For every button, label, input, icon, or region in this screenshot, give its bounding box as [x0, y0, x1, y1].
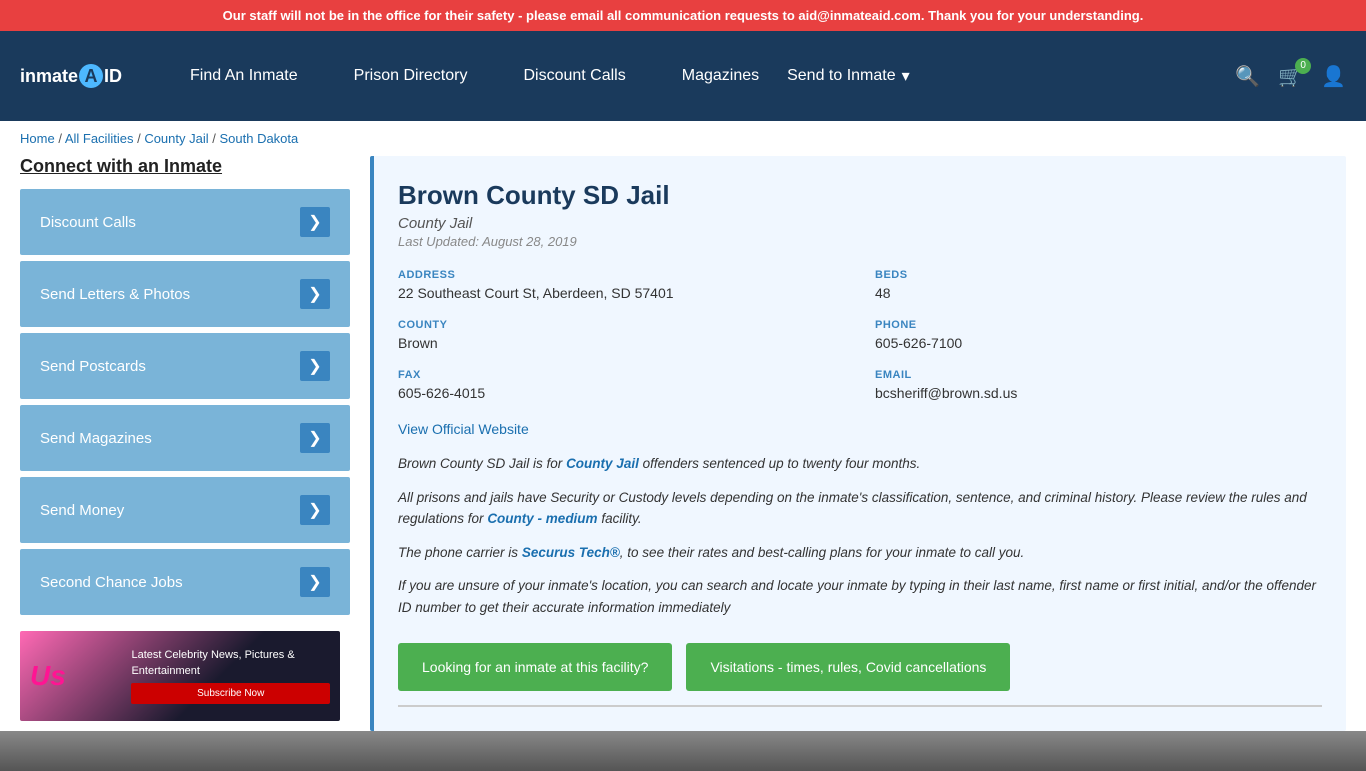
desc-county-jail-link[interactable]: County Jail: [566, 456, 639, 471]
facility-updated: Last Updated: August 28, 2019: [398, 234, 1322, 249]
breadcrumb-home[interactable]: Home: [20, 131, 55, 146]
phone-value: 605-626-7100: [875, 335, 1322, 351]
action-buttons: Looking for an inmate at this facility? …: [398, 643, 1322, 691]
sidebar-btn-discount-calls[interactable]: Discount Calls ❯: [20, 189, 350, 255]
content-divider: [398, 705, 1322, 707]
facility-address-block: ADDRESS 22 Southeast Court St, Aberdeen,…: [398, 269, 845, 301]
sidebar-ad[interactable]: Us Latest Celebrity News, Pictures & Ent…: [20, 631, 340, 721]
breadcrumb-county-jail[interactable]: County Jail: [144, 131, 208, 146]
cart-badge: 0: [1295, 58, 1311, 74]
sidebar-btn-send-postcards[interactable]: Send Postcards ❯: [20, 333, 350, 399]
ad-logo: Us: [30, 660, 66, 692]
beds-value: 48: [875, 285, 1322, 301]
sidebar-arrow-second-chance: ❯: [300, 567, 330, 597]
user-icon[interactable]: 👤: [1321, 64, 1346, 89]
top-banner: Our staff will not be in the office for …: [0, 0, 1366, 31]
beds-label: BEDS: [875, 269, 1322, 281]
facility-info-grid: ADDRESS 22 Southeast Court St, Aberdeen,…: [398, 269, 1322, 401]
sidebar-arrow-send-magazines: ❯: [300, 423, 330, 453]
sidebar-btn-send-magazines[interactable]: Send Magazines ❯: [20, 405, 350, 471]
desc-county-medium-link[interactable]: County - medium: [487, 511, 597, 526]
email-value: bcsheriff@brown.sd.us: [875, 385, 1322, 401]
sidebar-btn-send-letters[interactable]: Send Letters & Photos ❯: [20, 261, 350, 327]
header-icons: 🔍 🛒 0 👤: [1235, 64, 1346, 89]
ad-subscribe-button[interactable]: Subscribe Now: [131, 683, 330, 704]
nav-discount-calls[interactable]: Discount Calls: [495, 67, 653, 85]
address-label: ADDRESS: [398, 269, 845, 281]
desc-paragraph-4: If you are unsure of your inmate's locat…: [398, 575, 1322, 618]
ad-text: Latest Celebrity News, Pictures & Entert…: [131, 648, 330, 679]
nav-send-to-inmate[interactable]: Send to Inmate ▾: [787, 66, 910, 86]
facility-type: County Jail: [398, 215, 1322, 232]
sidebar-arrow-send-postcards: ❯: [300, 351, 330, 381]
facility-county-block: COUNTY Brown: [398, 319, 845, 351]
facility-phone-block: PHONE 605-626-7100: [875, 319, 1322, 351]
facility-name: Brown County SD Jail: [398, 180, 1322, 211]
sidebar-btn-second-chance[interactable]: Second Chance Jobs ❯: [20, 549, 350, 615]
nav-magazines[interactable]: Magazines: [654, 67, 787, 85]
facility-fax-block: FAX 605-626-4015: [398, 369, 845, 401]
sidebar-title: Connect with an Inmate: [20, 156, 350, 177]
nav-prison-directory[interactable]: Prison Directory: [326, 67, 496, 85]
header: inmate A ID Find An Inmate Prison Direct…: [0, 31, 1366, 121]
address-value: 22 Southeast Court St, Aberdeen, SD 5740…: [398, 285, 845, 301]
official-website-link[interactable]: View Official Website: [398, 421, 529, 437]
breadcrumb-all-facilities[interactable]: All Facilities: [65, 131, 134, 146]
desc-paragraph-1: Brown County SD Jail is for County Jail …: [398, 453, 1322, 475]
cart-icon[interactable]: 🛒 0: [1278, 64, 1303, 89]
desc-securus-link[interactable]: Securus Tech®: [522, 545, 620, 560]
sidebar-arrow-send-letters: ❯: [300, 279, 330, 309]
county-label: COUNTY: [398, 319, 845, 331]
sidebar: Connect with an Inmate Discount Calls ❯ …: [20, 156, 350, 731]
fax-label: FAX: [398, 369, 845, 381]
facility-description: Brown County SD Jail is for County Jail …: [398, 453, 1322, 619]
desc-paragraph-3: The phone carrier is Securus Tech®, to s…: [398, 542, 1322, 564]
breadcrumb: Home / All Facilities / County Jail / So…: [0, 121, 1366, 156]
visitations-button[interactable]: Visitations - times, rules, Covid cancel…: [686, 643, 1010, 691]
find-inmate-button[interactable]: Looking for an inmate at this facility?: [398, 643, 672, 691]
sidebar-arrow-discount-calls: ❯: [300, 207, 330, 237]
facility-email-block: EMAIL bcsheriff@brown.sd.us: [875, 369, 1322, 401]
breadcrumb-south-dakota[interactable]: South Dakota: [219, 131, 298, 146]
facility-content: Brown County SD Jail County Jail Last Up…: [370, 156, 1346, 731]
bottom-image-strip: [0, 731, 1366, 771]
sidebar-btn-send-money[interactable]: Send Money ❯: [20, 477, 350, 543]
county-value: Brown: [398, 335, 845, 351]
logo[interactable]: inmate A ID: [20, 64, 122, 88]
phone-label: PHONE: [875, 319, 1322, 331]
facility-beds-block: BEDS 48: [875, 269, 1322, 301]
desc-paragraph-2: All prisons and jails have Security or C…: [398, 487, 1322, 530]
fax-value: 605-626-4015: [398, 385, 845, 401]
sidebar-arrow-send-money: ❯: [300, 495, 330, 525]
search-icon[interactable]: 🔍: [1235, 64, 1260, 89]
main-nav: Find An Inmate Prison Directory Discount…: [162, 66, 1235, 86]
nav-find-inmate[interactable]: Find An Inmate: [162, 67, 326, 85]
main-layout: Connect with an Inmate Discount Calls ❯ …: [0, 156, 1366, 731]
email-label: EMAIL: [875, 369, 1322, 381]
